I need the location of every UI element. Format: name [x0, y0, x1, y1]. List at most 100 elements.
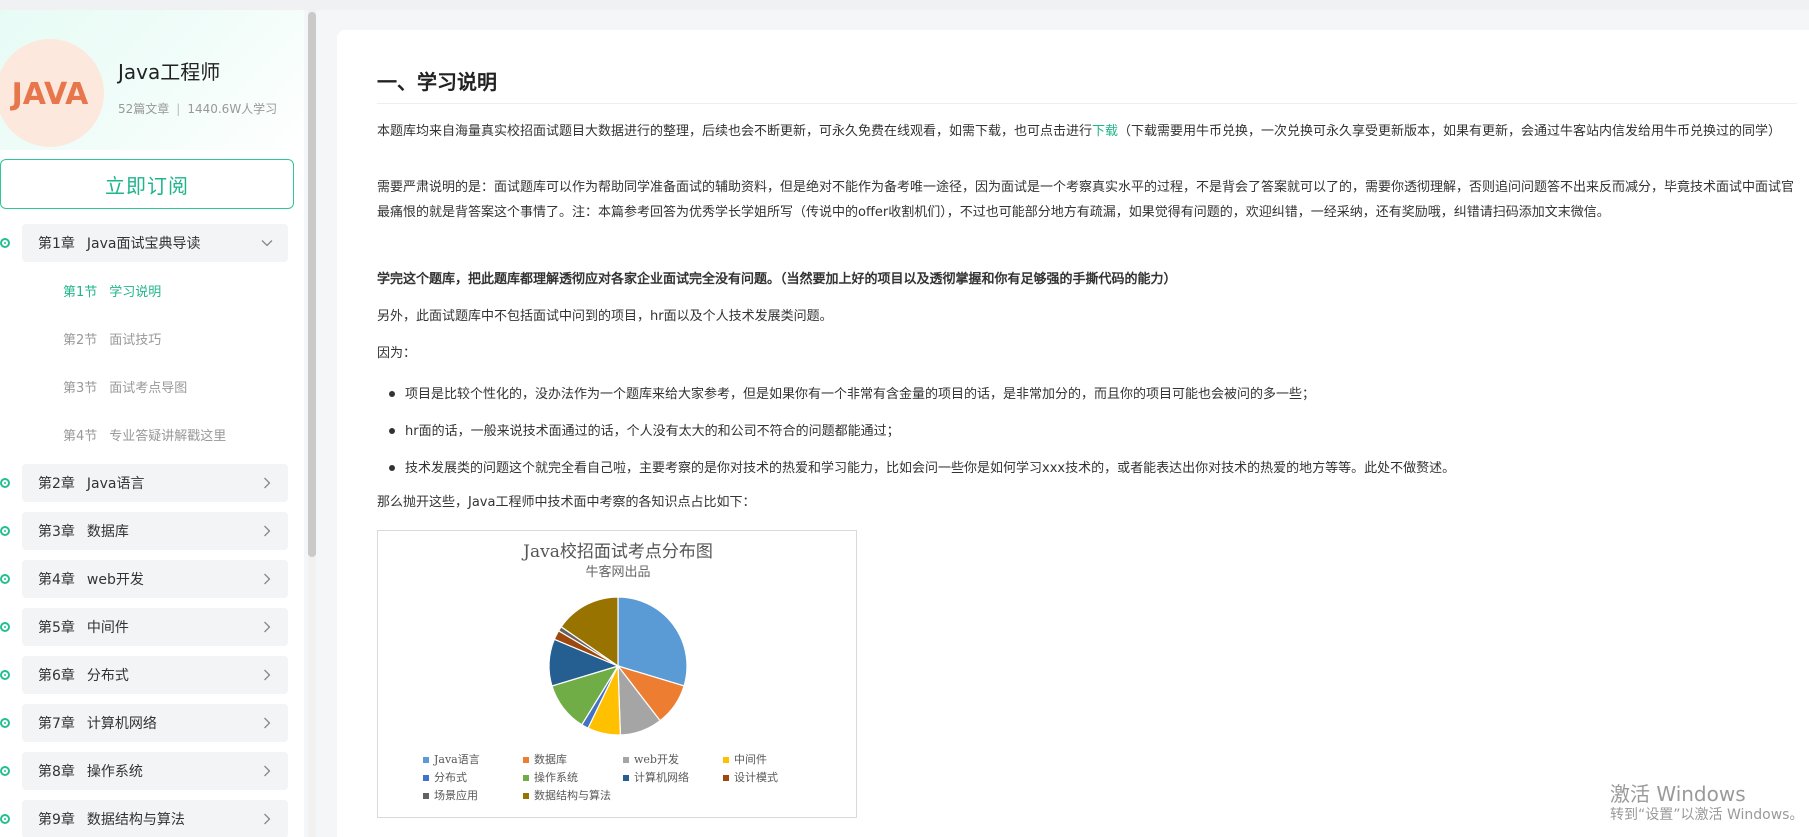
- chapter-dot-icon: [0, 766, 10, 776]
- heading-divider: [377, 103, 1797, 104]
- chevron-right-icon[interactable]: [260, 668, 274, 682]
- chevron-right-icon[interactable]: [260, 476, 274, 490]
- legend-swatch: [723, 775, 729, 781]
- legend-swatch: [723, 757, 729, 763]
- legend-label: 分布式: [434, 771, 467, 784]
- subscribe-button[interactable]: 立即订阅: [0, 159, 294, 209]
- windows-watermark-hint: 转到“设置”以激活 Windows。: [1610, 807, 1804, 823]
- section-item[interactable]: 第1节 学习说明: [63, 281, 161, 300]
- chapter-label: 第6章 分布式: [38, 665, 129, 685]
- chapter-label: 第5章 中间件: [38, 617, 129, 637]
- section-item[interactable]: 第4节 专业答疑讲解戳这里: [63, 425, 226, 444]
- list-item: 项目是比较个性化的，没办法作为一个题库来给大家参考，但是如果你有一个非常有含金量…: [389, 383, 1789, 402]
- chapter-number: 第3章: [38, 524, 75, 540]
- chevron-right-icon[interactable]: [260, 812, 274, 826]
- pie-slices: [548, 596, 688, 736]
- chapter-dot-icon: [0, 574, 10, 584]
- chapter-dot-icon: [0, 526, 10, 536]
- chart-subtitle: 牛客网出品: [585, 564, 650, 580]
- notice-paragraph: 需要严肃说明的是：面试题库可以作为帮助同学准备面试的辅助资料，但是绝对不能作为备…: [377, 180, 1795, 220]
- bullet-dot-icon: [389, 390, 395, 397]
- because-paragraph: 因为：: [377, 346, 417, 361]
- intro-paragraph: 本题库均来自海量真实校招面试题目大数据进行的整理，后续也会不断更新，可永久免费在…: [377, 119, 1797, 144]
- svg-text:JAVA: JAVA: [10, 77, 89, 111]
- chapter-item[interactable]: 第9章 数据结构与算法: [0, 800, 288, 837]
- chevron-down-icon[interactable]: [260, 236, 274, 250]
- chapter-number: 第8章: [38, 764, 75, 780]
- legend-label: 操作系统: [534, 770, 578, 784]
- chapter-number: 第6章: [38, 668, 75, 684]
- legend-swatch: [623, 757, 629, 763]
- section-item[interactable]: 第3节 面试考点导图: [63, 377, 187, 396]
- chevron-right-icon[interactable]: [260, 620, 274, 634]
- chapter-item[interactable]: 第4章 web开发: [0, 560, 288, 598]
- legend-label: Java语言: [433, 753, 480, 766]
- chapter-label: 第4章 web开发: [38, 569, 144, 589]
- chapter-title: 操作系统: [86, 764, 143, 780]
- section-number: 第2节: [63, 333, 98, 348]
- chapter-label: 第8章 操作系统: [38, 761, 143, 781]
- section-title: 面试考点导图: [109, 381, 188, 396]
- section-number: 第3节: [63, 381, 98, 396]
- legend-swatch: [423, 793, 429, 799]
- course-logo: JAVA: [0, 39, 104, 147]
- legend-swatch: [523, 793, 529, 799]
- chapter-dot-icon: [0, 718, 10, 728]
- learner-count: 1440.6W人学习: [187, 102, 278, 116]
- chapter-dot-icon: [0, 238, 10, 248]
- chapter-dot-icon: [0, 622, 10, 632]
- chevron-right-icon[interactable]: [260, 764, 274, 778]
- chapter-item[interactable]: 第6章 分布式: [0, 656, 288, 694]
- chapter-item[interactable]: 第8章 操作系统: [0, 752, 288, 790]
- chevron-right-icon[interactable]: [260, 572, 274, 586]
- list-item: 技术发展类的问题这个就完全看自己啦，主要考察的是你对技术的热爱和学习能力，比如会…: [389, 457, 1789, 476]
- legend-label: 数据结构与算法: [534, 788, 611, 802]
- chapter-number: 第9章: [38, 812, 75, 828]
- download-link[interactable]: 下载: [1092, 124, 1118, 139]
- legend-label: 中间件: [734, 753, 767, 766]
- chapter-item[interactable]: 第5章 中间件: [0, 608, 288, 646]
- pie-chart-figure: Java校招面试考点分布图 牛客网出品 Java语言 数据库 web开发 中间件 分布式…: [377, 530, 857, 818]
- windows-watermark-title: 激活 Windows: [1610, 782, 1746, 806]
- legend-label: web开发: [634, 752, 679, 766]
- course-header: JAVA Java工程师 52篇文章 | 1440.6W人学习: [0, 10, 304, 150]
- intro-text: 本题库均来自海量真实校招面试题目大数据进行的整理，后续也会不断更新，可永久免费在…: [377, 124, 1093, 139]
- section-number: 第1节: [63, 285, 98, 300]
- course-sidebar: JAVA Java工程师 52篇文章 | 1440.6W人学习 立即订阅 第1章 Ja…: [0, 10, 304, 837]
- section-item[interactable]: 第2节 面试技巧: [63, 329, 161, 348]
- legend-label: 场景应用: [434, 788, 478, 802]
- top-bar: [0, 0, 1809, 10]
- chart-legend: Java语言 数据库 web开发 中间件分布式 操作系统 计算机网络 设计模式场景应用 数据结…: [423, 752, 778, 802]
- chapter-number: 第2章: [38, 476, 75, 492]
- pie-chart: Java校招面试考点分布图 牛客网出品 Java语言 数据库 web开发 中间件分布式…: [423, 542, 778, 802]
- chevron-right-icon[interactable]: [260, 716, 274, 730]
- list-item: hr面的话，一般来说技术面通过的话，个人没有太大的和公司不符合的问题都能通过；: [389, 420, 1789, 439]
- sidebar-scrollbar-thumb[interactable]: [308, 12, 316, 557]
- chapter-item[interactable]: 第7章 计算机网络: [0, 704, 288, 742]
- chapter-number: 第7章: [38, 716, 75, 732]
- chart-title: Java校招面试考点分布图: [521, 542, 713, 562]
- bullet-dot-icon: [389, 427, 395, 434]
- section-number: 第4节: [63, 429, 98, 444]
- legend-label: 计算机网络: [634, 770, 689, 784]
- section-title: 面试技巧: [109, 333, 162, 348]
- legend-swatch: [523, 775, 529, 781]
- chapter-label: 第3章 数据库: [38, 521, 129, 541]
- chevron-right-icon[interactable]: [260, 524, 274, 538]
- chapter-label: 第9章 数据结构与算法: [38, 809, 185, 829]
- chapter-item[interactable]: 第1章 Java面试宝典导读: [0, 224, 288, 262]
- chapter-dot-icon: [0, 814, 10, 824]
- article-count: 52篇文章: [118, 102, 170, 116]
- chapter-item[interactable]: 第3章 数据库: [0, 512, 288, 550]
- chapter-title: web开发: [86, 572, 144, 588]
- chapter-item[interactable]: 第2章 Java语言: [0, 464, 288, 502]
- chapter-number: 第4章: [38, 572, 75, 588]
- chapter-title: 计算机网络: [86, 716, 157, 732]
- list-item-text: 项目是比较个性化的，没办法作为一个题库来给大家参考，但是如果你有一个非常有含金量…: [405, 387, 1316, 402]
- list-item-text: hr面的话，一般来说技术面通过的话，个人没有太大的和公司不符合的问题都能通过；: [405, 424, 900, 439]
- chapter-title: Java语言: [86, 476, 145, 492]
- meta-separator: |: [176, 102, 181, 116]
- exclusion-paragraph: 另外，此面试题库中不包括面试中问到的项目，hr面以及个人技术发展类问题。: [377, 309, 833, 324]
- chapter-title: Java面试宝典导读: [86, 236, 201, 252]
- chapter-title: 数据结构与算法: [86, 812, 185, 828]
